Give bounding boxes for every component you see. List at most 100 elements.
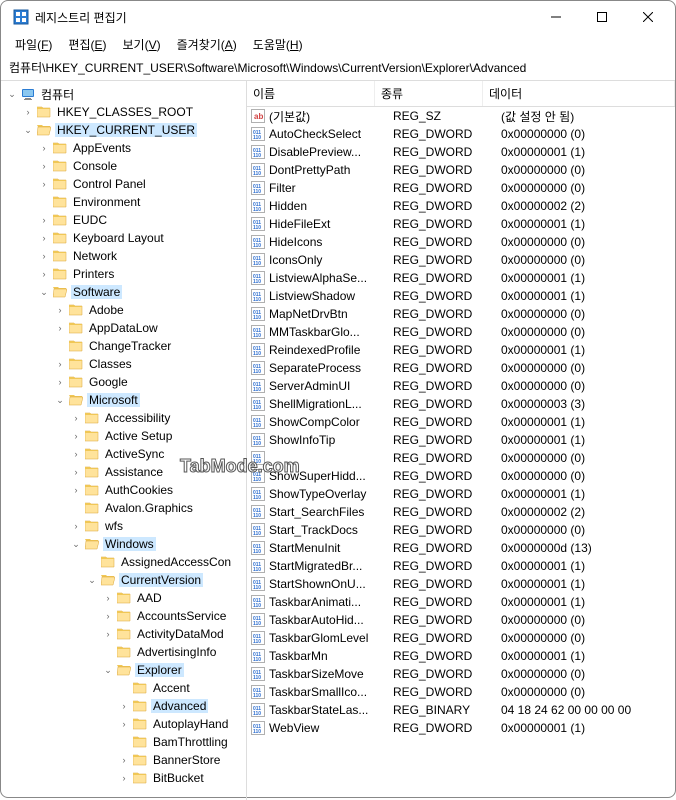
menu-도움말[interactable]: 도움말(H) — [245, 34, 311, 55]
value-row[interactable]: 011110ShowSuperHidd...REG_DWORD0x0000000… — [247, 467, 675, 485]
chevron-down-icon[interactable]: ⌄ — [21, 123, 35, 137]
value-row[interactable]: 011110AutoCheckSelectREG_DWORD0x00000000… — [247, 125, 675, 143]
tree-item[interactable]: ›wfs — [69, 517, 246, 535]
menu-편집[interactable]: 편집(E) — [60, 34, 114, 55]
value-row[interactable]: 011110WebViewREG_DWORD0x00000001 (1) — [247, 719, 675, 737]
tree-item[interactable]: ›Printers — [37, 265, 246, 283]
tree-item[interactable]: ⌄Explorer — [101, 661, 246, 679]
expander-none[interactable] — [101, 645, 115, 659]
tree-item[interactable]: ⌄CurrentVersion — [85, 571, 246, 589]
value-row[interactable]: ab(기본값)REG_SZ(값 설정 안 됨) — [247, 107, 675, 125]
value-row[interactable]: 011110TaskbarSizeMoveREG_DWORD0x00000000… — [247, 665, 675, 683]
tree-item[interactable]: Avalon.Graphics — [69, 499, 246, 517]
col-header-data[interactable]: 데이터 — [483, 81, 675, 106]
chevron-right-icon[interactable]: › — [69, 447, 83, 461]
chevron-right-icon[interactable]: › — [37, 249, 51, 263]
chevron-down-icon[interactable]: ⌄ — [101, 663, 115, 677]
value-row[interactable]: 011110TaskbarAnimati...REG_DWORD0x000000… — [247, 593, 675, 611]
value-row[interactable]: 011110ShowCompColorREG_DWORD0x00000001 (… — [247, 413, 675, 431]
tree-item[interactable]: ›AppDataLow — [53, 319, 246, 337]
tree-item[interactable]: ›AccountsService — [101, 607, 246, 625]
tree-item[interactable]: BamThrottling — [117, 733, 246, 751]
value-row[interactable]: 011110TaskbarAutoHid...REG_DWORD0x000000… — [247, 611, 675, 629]
chevron-down-icon[interactable]: ⌄ — [5, 87, 19, 101]
chevron-right-icon[interactable]: › — [37, 159, 51, 173]
chevron-right-icon[interactable]: › — [53, 321, 67, 335]
tree-item[interactable]: ›HKEY_CLASSES_ROOT — [21, 103, 246, 121]
chevron-right-icon[interactable]: › — [37, 177, 51, 191]
address-bar[interactable]: 컴퓨터\HKEY_CURRENT_USER\Software\Microsoft… — [1, 55, 675, 81]
tree-item[interactable]: ›Console — [37, 157, 246, 175]
value-row[interactable]: 011110TaskbarStateLas...REG_BINARY04 18 … — [247, 701, 675, 719]
chevron-right-icon[interactable]: › — [69, 465, 83, 479]
value-row[interactable]: 011110SeparateProcessREG_DWORD0x00000000… — [247, 359, 675, 377]
tree-item[interactable]: ›Active Setup — [69, 427, 246, 445]
chevron-right-icon[interactable]: › — [101, 591, 115, 605]
tree-item[interactable]: ›EUDC — [37, 211, 246, 229]
tree-item[interactable]: ›Adobe — [53, 301, 246, 319]
expander-none[interactable] — [53, 339, 67, 353]
menu-즐겨찾기[interactable]: 즐겨찾기(A) — [169, 34, 245, 55]
value-row[interactable]: 011110HideIconsREG_DWORD0x00000000 (0) — [247, 233, 675, 251]
tree-item[interactable]: ›ActiveSync — [69, 445, 246, 463]
tree-item[interactable]: ›Advanced — [117, 697, 246, 715]
value-row[interactable]: 011110IconsOnlyREG_DWORD0x00000000 (0) — [247, 251, 675, 269]
chevron-right-icon[interactable]: › — [117, 717, 131, 731]
chevron-right-icon[interactable]: › — [37, 141, 51, 155]
chevron-right-icon[interactable]: › — [69, 411, 83, 425]
value-row[interactable]: 011110Start_TrackDocsREG_DWORD0x00000000… — [247, 521, 675, 539]
value-row[interactable]: 011110DontPrettyPathREG_DWORD0x00000000 … — [247, 161, 675, 179]
value-row[interactable]: 011110TaskbarSmallIco...REG_DWORD0x00000… — [247, 683, 675, 701]
chevron-right-icon[interactable]: › — [53, 375, 67, 389]
tree-pane[interactable]: ⌄컴퓨터›HKEY_CLASSES_ROOT⌄HKEY_CURRENT_USER… — [1, 81, 247, 800]
tree-item[interactable]: ›AAD — [101, 589, 246, 607]
chevron-right-icon[interactable]: › — [53, 303, 67, 317]
chevron-right-icon[interactable]: › — [37, 231, 51, 245]
tree-item[interactable]: ›Network — [37, 247, 246, 265]
expander-none[interactable] — [117, 681, 131, 695]
chevron-right-icon[interactable]: › — [117, 699, 131, 713]
chevron-right-icon[interactable]: › — [69, 519, 83, 533]
chevron-right-icon[interactable]: › — [117, 771, 131, 785]
value-row[interactable]: 011110MMTaskbarGlo...REG_DWORD0x00000000… — [247, 323, 675, 341]
value-row[interactable]: 011110StartMenuInitREG_DWORD0x0000000d (… — [247, 539, 675, 557]
value-row[interactable]: 011110TaskbarGlomLevelREG_DWORD0x0000000… — [247, 629, 675, 647]
chevron-right-icon[interactable]: › — [53, 357, 67, 371]
tree-item[interactable]: ChangeTracker — [53, 337, 246, 355]
value-row[interactable]: 011110HiddenREG_DWORD0x00000002 (2) — [247, 197, 675, 215]
chevron-right-icon[interactable]: › — [69, 429, 83, 443]
value-row[interactable]: 011110ShellMigrationL...REG_DWORD0x00000… — [247, 395, 675, 413]
menu-파일[interactable]: 파일(F) — [7, 34, 60, 55]
tree-item[interactable]: Accent — [117, 679, 246, 697]
value-row[interactable]: 011110TaskbarMnREG_DWORD0x00000001 (1) — [247, 647, 675, 665]
tree-item[interactable]: ›Assistance — [69, 463, 246, 481]
tree-item[interactable]: ›Control Panel — [37, 175, 246, 193]
chevron-right-icon[interactable]: › — [101, 627, 115, 641]
value-row[interactable]: 011110StartMigratedBr...REG_DWORD0x00000… — [247, 557, 675, 575]
value-row[interactable]: 011110ServerAdminUIREG_DWORD0x00000000 (… — [247, 377, 675, 395]
expander-none[interactable] — [69, 501, 83, 515]
chevron-down-icon[interactable]: ⌄ — [85, 573, 99, 587]
value-row[interactable]: 011110Start_SearchFilesREG_DWORD0x000000… — [247, 503, 675, 521]
value-row[interactable]: 011110ListviewShadowREG_DWORD0x00000001 … — [247, 287, 675, 305]
col-header-name[interactable]: 이름 — [247, 81, 375, 106]
tree-root[interactable]: ⌄컴퓨터 — [5, 85, 246, 103]
value-list-pane[interactable]: 이름 종류 데이터 ab(기본값)REG_SZ(값 설정 안 됨)011110A… — [247, 81, 675, 800]
close-button[interactable] — [625, 2, 671, 32]
col-header-type[interactable]: 종류 — [375, 81, 483, 106]
tree-item[interactable]: Environment — [37, 193, 246, 211]
value-row[interactable]: 011110ShowInfoTipREG_DWORD0x00000001 (1) — [247, 431, 675, 449]
chevron-right-icon[interactable]: › — [37, 267, 51, 281]
tree-item[interactable]: ›Accessibility — [69, 409, 246, 427]
tree-item[interactable]: ›AutoplayHand — [117, 715, 246, 733]
chevron-right-icon[interactable]: › — [69, 483, 83, 497]
value-row[interactable]: 011110DisablePreview...REG_DWORD0x000000… — [247, 143, 675, 161]
chevron-right-icon[interactable]: › — [21, 105, 35, 119]
chevron-down-icon[interactable]: ⌄ — [37, 285, 51, 299]
chevron-right-icon[interactable]: › — [37, 213, 51, 227]
value-row[interactable]: 011110ListviewAlphaSe...REG_DWORD0x00000… — [247, 269, 675, 287]
tree-item[interactable]: ›BitBucket — [117, 769, 246, 787]
expander-none[interactable] — [37, 195, 51, 209]
menu-보기[interactable]: 보기(V) — [115, 34, 169, 55]
chevron-right-icon[interactable]: › — [101, 609, 115, 623]
